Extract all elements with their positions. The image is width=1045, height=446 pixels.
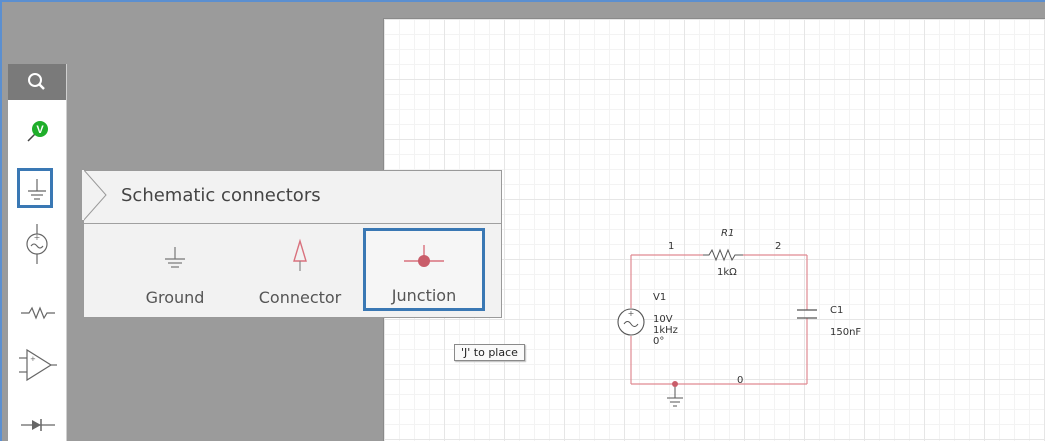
source-amplitude: 10V xyxy=(653,314,673,325)
probe-badge: V xyxy=(36,124,44,136)
search-icon xyxy=(28,73,45,90)
resistor-value: 1kΩ xyxy=(717,267,737,278)
junction-dot[interactable] xyxy=(672,381,678,387)
ground-icon xyxy=(165,247,185,268)
analog-tool-button[interactable]: + xyxy=(8,342,66,388)
diode-icon xyxy=(21,419,55,431)
svg-text:+: + xyxy=(628,309,635,318)
capacitor-c1[interactable] xyxy=(797,309,817,319)
resistor-r1[interactable] xyxy=(703,248,743,262)
source-frequency: 1kHz xyxy=(653,325,678,336)
source-phase: 0° xyxy=(653,336,664,347)
part-ground-label: Ground xyxy=(145,288,205,307)
flyout-title: Schematic connectors xyxy=(121,185,321,206)
connector-icon xyxy=(293,238,307,271)
passives-tool-button[interactable] xyxy=(8,288,66,334)
svg-text:+: + xyxy=(34,233,41,242)
voltage-probe-icon: V xyxy=(27,121,48,142)
node-1-label: 1 xyxy=(668,241,674,252)
ground-symbol[interactable] xyxy=(667,384,683,407)
part-ground[interactable]: Ground xyxy=(130,229,220,309)
ground-icon xyxy=(28,179,46,200)
diodes-tool-button[interactable] xyxy=(8,400,66,446)
place-tooltip: 'J' to place xyxy=(454,344,525,361)
svg-text:+: + xyxy=(30,355,36,363)
node-0-label: 0 xyxy=(737,375,743,386)
search-tool-button[interactable] xyxy=(8,64,66,100)
ac-source-icon: + xyxy=(26,224,48,264)
source-name: V1 xyxy=(653,292,666,303)
node-2-label: 2 xyxy=(775,241,781,252)
circuit-schematic: + 1 2 0 R1 1kΩ C1 150nF V1 10V 1kHz 0° xyxy=(617,228,861,407)
capacitor-value: 150nF xyxy=(830,327,861,338)
probe-tool-button[interactable]: V xyxy=(8,108,66,154)
opamp-icon: + xyxy=(19,348,57,382)
resistor-icon xyxy=(21,306,55,320)
part-connector-label: Connector xyxy=(258,288,342,307)
flyout-pointer xyxy=(82,168,107,222)
resistor-name: R1 xyxy=(721,228,734,239)
sources-tool-button[interactable]: + xyxy=(8,222,66,268)
source-v1[interactable]: + xyxy=(617,308,645,336)
part-connector[interactable]: Connector xyxy=(250,229,350,309)
capacitor-name: C1 xyxy=(830,305,843,316)
connectors-tool-button[interactable] xyxy=(8,166,66,212)
